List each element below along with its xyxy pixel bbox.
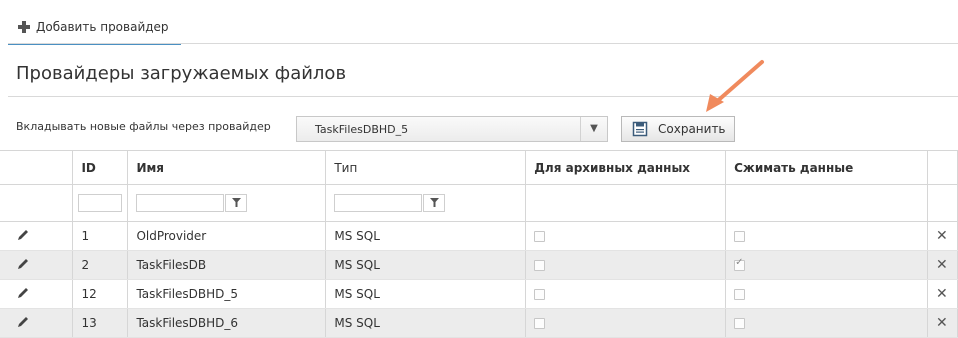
compress-checkbox[interactable] xyxy=(734,257,746,271)
toolbar-divider xyxy=(8,43,958,44)
col-header-type[interactable]: Тип xyxy=(325,150,527,185)
col-header-id[interactable]: ID xyxy=(72,150,129,185)
provider-select-value: TaskFilesDBHD_5 xyxy=(315,123,409,136)
name-cell: OldProvider xyxy=(127,221,327,251)
provider-label: Вкладывать новые файлы через провайдер xyxy=(16,120,271,133)
title-divider xyxy=(8,96,958,97)
close-icon[interactable]: ✕ xyxy=(936,315,948,331)
filter-cell-archive xyxy=(525,184,727,222)
id-cell: 1 xyxy=(72,221,129,251)
id-filter-input[interactable] xyxy=(78,194,123,212)
annotation-arrow-icon xyxy=(706,60,764,112)
add-provider-label: Добавить провайдер xyxy=(36,20,169,34)
table-row: 13 TaskFilesDBHD_6 MS SQL ✕ xyxy=(0,308,958,338)
archive-checkbox[interactable] xyxy=(534,231,546,242)
col-header-archive[interactable]: Для архивных данных xyxy=(525,150,727,185)
delete-cell: ✕ xyxy=(927,308,958,338)
save-button[interactable]: Сохранить xyxy=(621,116,735,142)
filter-cell-compress xyxy=(725,184,928,222)
pencil-icon[interactable] xyxy=(17,316,29,328)
filter-cell-delete xyxy=(927,184,958,222)
type-cell: MS SQL xyxy=(325,279,527,309)
compress-checkbox[interactable] xyxy=(734,289,746,300)
name-cell: TaskFilesDBHD_6 xyxy=(127,308,327,338)
name-filter-button[interactable] xyxy=(225,194,248,212)
archive-cell xyxy=(525,221,727,251)
filter-cell-type xyxy=(325,184,527,222)
type-cell: MS SQL xyxy=(325,308,527,338)
pencil-icon[interactable] xyxy=(17,229,29,241)
delete-cell: ✕ xyxy=(927,250,958,280)
filter-cell-name xyxy=(127,184,327,222)
filter-cell-id xyxy=(72,184,129,222)
compress-cell xyxy=(725,221,928,251)
filter-cell-empty xyxy=(0,184,74,222)
archive-checkbox[interactable] xyxy=(534,318,546,329)
compress-cell xyxy=(725,308,928,338)
edit-cell xyxy=(0,308,74,338)
delete-cell: ✕ xyxy=(927,221,958,251)
edit-cell xyxy=(0,221,74,251)
compress-cell xyxy=(725,279,928,309)
toolbar: Добавить провайдер xyxy=(0,0,958,45)
filter-row xyxy=(0,184,958,222)
archive-checkbox[interactable] xyxy=(534,260,546,271)
name-cell: TaskFilesDB xyxy=(127,250,327,280)
save-icon xyxy=(632,121,648,137)
edit-cell xyxy=(0,279,74,309)
col-header-edit xyxy=(0,150,74,185)
id-cell: 13 xyxy=(72,308,129,338)
close-icon[interactable]: ✕ xyxy=(936,286,948,302)
archive-cell xyxy=(525,279,727,309)
filter-icon xyxy=(231,198,241,207)
table-row: 12 TaskFilesDBHD_5 MS SQL ✕ xyxy=(0,279,958,309)
chevron-down-icon[interactable]: ▼ xyxy=(580,117,607,141)
col-header-compress[interactable]: Сжимать данные xyxy=(725,150,928,185)
compress-checkbox[interactable] xyxy=(734,318,746,329)
compress-checkbox[interactable] xyxy=(734,231,746,242)
table-row: 1 OldProvider MS SQL ✕ xyxy=(0,221,958,251)
id-cell: 2 xyxy=(72,250,129,280)
type-filter-input[interactable] xyxy=(334,194,423,212)
table-header-row: ID Имя Тип Для архивных данных Сжимать д… xyxy=(0,150,958,185)
type-cell: MS SQL xyxy=(325,250,527,280)
archive-cell xyxy=(525,250,727,280)
col-header-name[interactable]: Имя xyxy=(127,150,327,185)
page-title: Провайдеры загружаемых файлов xyxy=(16,63,347,84)
archive-checkbox[interactable] xyxy=(534,289,546,300)
providers-table: ID Имя Тип Для архивных данных Сжимать д… xyxy=(0,150,958,338)
type-cell: MS SQL xyxy=(325,221,527,251)
archive-cell xyxy=(525,308,727,338)
delete-cell: ✕ xyxy=(927,279,958,309)
table-row: 2 TaskFilesDB MS SQL ✕ xyxy=(0,250,958,280)
save-label: Сохранить xyxy=(658,122,726,136)
pencil-icon[interactable] xyxy=(17,287,29,299)
close-icon[interactable]: ✕ xyxy=(936,228,948,244)
col-header-delete xyxy=(927,150,958,185)
plus-icon xyxy=(18,21,30,33)
type-filter-button[interactable] xyxy=(423,194,446,212)
add-provider-button[interactable]: Добавить провайдер xyxy=(8,11,181,45)
filter-icon xyxy=(429,198,439,207)
provider-select[interactable]: TaskFilesDBHD_5 ▼ xyxy=(296,116,608,142)
name-cell: TaskFilesDBHD_5 xyxy=(127,279,327,309)
close-icon[interactable]: ✕ xyxy=(936,257,948,273)
compress-cell xyxy=(725,250,928,280)
id-cell: 12 xyxy=(72,279,129,309)
name-filter-input[interactable] xyxy=(136,194,225,212)
pencil-icon[interactable] xyxy=(17,258,29,270)
edit-cell xyxy=(0,250,74,280)
